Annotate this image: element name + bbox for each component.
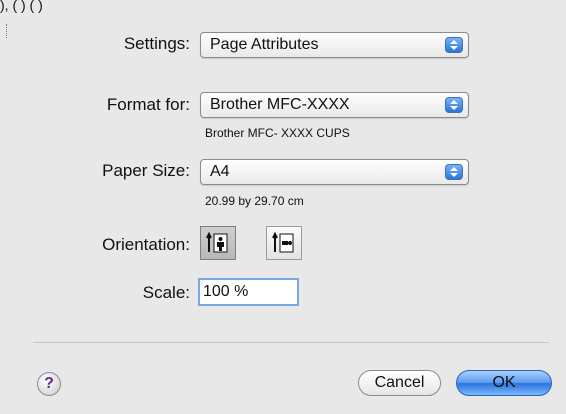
orientation-portrait-button[interactable] xyxy=(200,226,236,260)
settings-popup-value: Page Attributes xyxy=(210,36,319,53)
popup-arrows-icon xyxy=(445,164,463,180)
scale-input[interactable]: 100 % xyxy=(198,278,299,306)
format-for-label: Format for: xyxy=(106,95,190,114)
orientation-landscape-button[interactable] xyxy=(266,226,302,260)
help-button[interactable]: ? xyxy=(37,372,61,396)
format-for-popup[interactable]: Brother MFC-XXXX xyxy=(200,92,469,118)
cancel-button[interactable]: Cancel xyxy=(358,370,441,396)
orientation-label: Orientation: xyxy=(102,235,190,254)
landscape-orientation-icon xyxy=(272,231,294,253)
paper-size-label: Paper Size: xyxy=(102,161,190,180)
paper-size-popup[interactable]: A4 xyxy=(200,159,469,185)
divider xyxy=(33,342,549,343)
settings-label: Settings: xyxy=(123,34,190,53)
settings-popup[interactable]: Page Attributes xyxy=(200,32,469,58)
paper-dimensions: 20.99 by 29.70 cm xyxy=(205,194,304,208)
portrait-orientation-icon xyxy=(206,231,228,253)
cropped-top-text: ), ( ) ( ) xyxy=(0,0,43,13)
popup-arrows-icon xyxy=(445,97,463,113)
printer-detail: Brother MFC- XXXX CUPS xyxy=(205,126,350,140)
paper-size-popup-value: A4 xyxy=(210,163,230,180)
format-for-popup-value: Brother MFC-XXXX xyxy=(210,96,350,113)
scale-label: Scale: xyxy=(142,283,190,302)
ok-button[interactable]: OK xyxy=(456,370,552,396)
popup-arrows-icon xyxy=(445,37,463,53)
